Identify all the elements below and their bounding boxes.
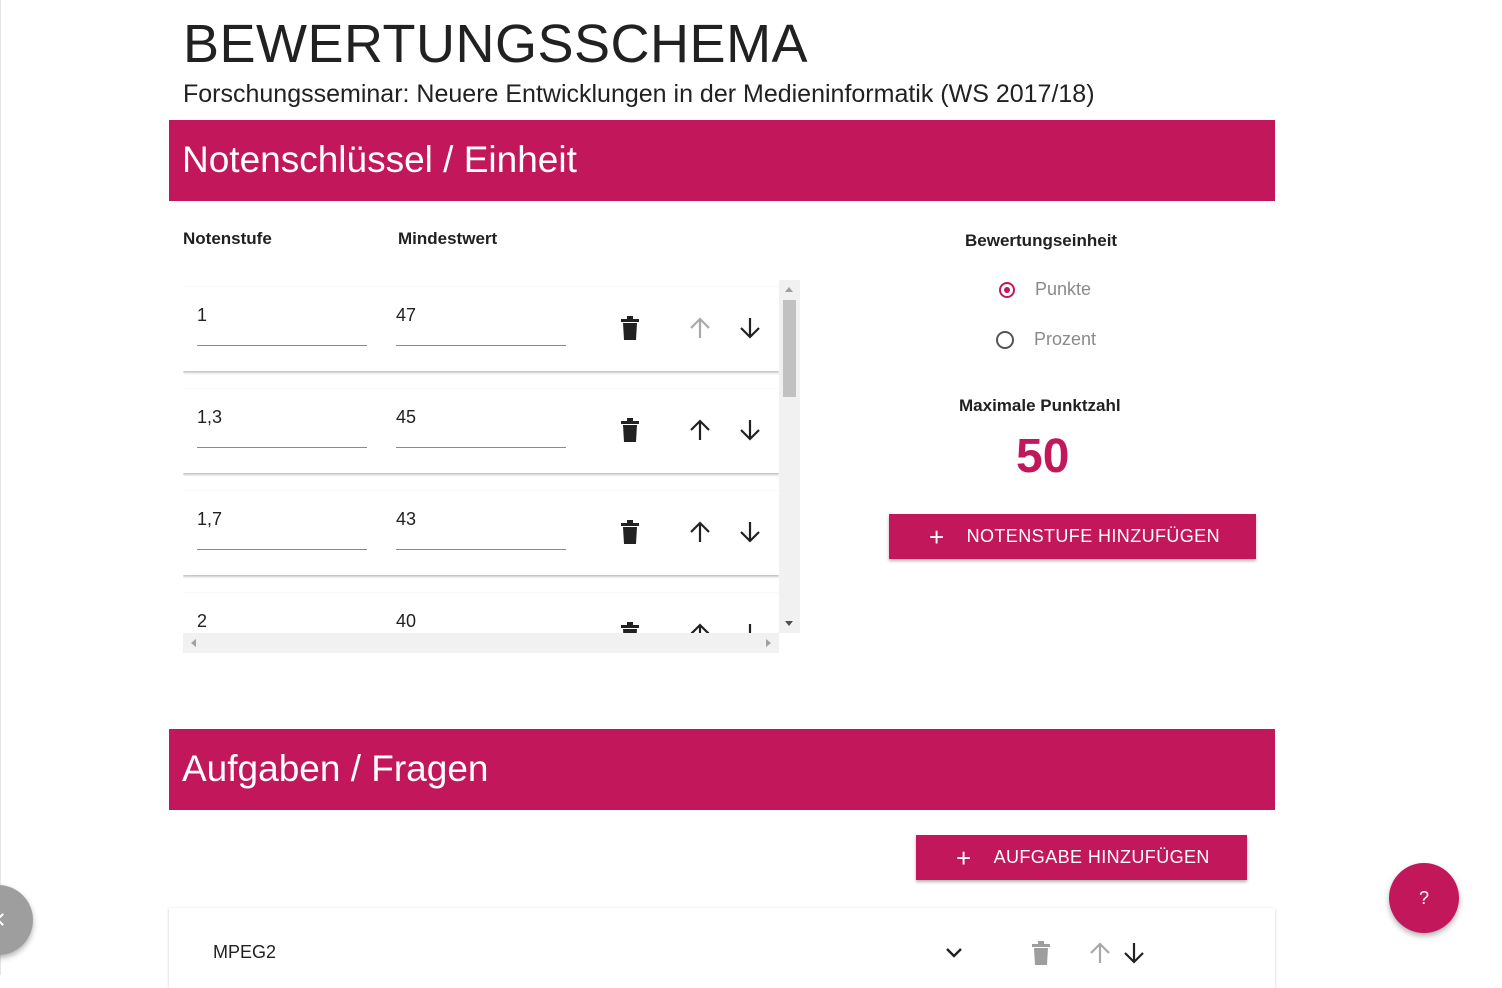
delete-task-button[interactable] bbox=[1026, 938, 1056, 968]
grade-row: 2 40 bbox=[183, 593, 779, 633]
grade-input-value: 2 bbox=[197, 611, 208, 631]
arrow-up-icon bbox=[1090, 942, 1110, 963]
move-down-button[interactable] bbox=[735, 517, 765, 547]
min-value-input-value: 47 bbox=[396, 305, 417, 325]
tasks-section-title: Aufgaben / Fragen bbox=[182, 748, 489, 789]
grade-input[interactable]: 1,7 bbox=[197, 491, 367, 550]
arrow-up-icon bbox=[690, 317, 710, 338]
arrow-down-icon bbox=[748, 624, 752, 633]
scroll-right-arrow-icon[interactable] bbox=[766, 639, 771, 647]
task-name: MPEG2 bbox=[213, 942, 277, 962]
column-header-min: Mindestwert bbox=[398, 229, 498, 248]
add-task-button[interactable]: + AUFGABE HINZUFÜGEN bbox=[916, 835, 1247, 880]
grade-input[interactable]: 2 bbox=[197, 593, 367, 633]
arrow-down-icon bbox=[740, 318, 760, 339]
chevron-down-icon bbox=[946, 948, 962, 958]
tasks-section-header: Aufgaben / Fragen bbox=[169, 729, 1275, 810]
unit-label: Bewertungseinheit bbox=[965, 231, 1118, 250]
grade-input-value: 1,3 bbox=[197, 407, 223, 427]
scroll-left-arrow-icon[interactable] bbox=[191, 639, 196, 647]
help-button[interactable]: ? bbox=[1389, 863, 1459, 933]
delete-grade-button[interactable] bbox=[615, 415, 645, 445]
grade-list-scroll-area[interactable]: 1 47 1,3 45 1,7 43 2 40 bbox=[183, 280, 800, 653]
move-up-button[interactable] bbox=[685, 517, 715, 547]
grading-section-header: Notenschlüssel / Einheit bbox=[169, 120, 1275, 201]
radio-selected-icon bbox=[999, 281, 1015, 298]
vertical-scrollbar-thumb[interactable] bbox=[783, 300, 796, 397]
arrow-up-icon bbox=[690, 521, 710, 542]
grade-row: 1 47 bbox=[183, 287, 779, 371]
add-task-button-label: AUFGABE HINZUFÜGEN bbox=[993, 847, 1210, 867]
arrow-down-icon bbox=[1124, 943, 1144, 964]
plus-icon: + bbox=[956, 842, 972, 873]
trash-icon bbox=[621, 622, 639, 633]
max-points-value: 50 bbox=[1016, 430, 1070, 483]
page-subtitle: Forschungsseminar: Neuere Entwicklungen … bbox=[183, 80, 1095, 108]
vertical-scrollbar[interactable] bbox=[779, 280, 800, 633]
arrow-up-icon bbox=[690, 419, 710, 440]
column-header-grade: Notenstufe bbox=[183, 229, 272, 248]
scroll-down-arrow-icon[interactable] bbox=[785, 621, 793, 626]
min-value-input[interactable]: 45 bbox=[396, 389, 566, 448]
move-task-up-button[interactable] bbox=[1085, 938, 1115, 968]
task-card[interactable]: MPEG2 bbox=[169, 908, 1275, 988]
radio-percent-label: Prozent bbox=[1034, 329, 1097, 349]
grade-input-value: 1 bbox=[197, 305, 208, 325]
move-down-button[interactable] bbox=[735, 619, 765, 633]
grade-row: 1,7 43 bbox=[183, 491, 779, 575]
plus-icon: + bbox=[929, 521, 945, 552]
grading-section-title: Notenschlüssel / Einheit bbox=[182, 139, 577, 180]
scroll-up-arrow-icon[interactable] bbox=[785, 287, 793, 292]
move-up-button[interactable] bbox=[685, 313, 715, 343]
trash-icon bbox=[1032, 941, 1050, 965]
scrollbar-corner bbox=[779, 633, 800, 653]
expand-task-button[interactable] bbox=[939, 938, 969, 968]
min-value-input-value: 40 bbox=[396, 611, 417, 631]
add-grade-button-label: NOTENSTUFE HINZUFÜGEN bbox=[966, 526, 1220, 546]
window-edge bbox=[0, 0, 1, 975]
move-down-button[interactable] bbox=[735, 415, 765, 445]
move-down-button[interactable] bbox=[735, 313, 765, 343]
max-points-label: Maximale Punktzahl bbox=[959, 396, 1121, 415]
move-up-button[interactable] bbox=[685, 415, 715, 445]
min-value-input[interactable]: 47 bbox=[396, 287, 566, 346]
min-value-input-value: 43 bbox=[396, 509, 417, 529]
page-title: BEWERTUNGSSCHEMA bbox=[183, 14, 809, 74]
delete-grade-button[interactable] bbox=[615, 619, 645, 633]
radio-points-label: Punkte bbox=[1035, 279, 1092, 299]
radio-percent[interactable]: Prozent bbox=[996, 329, 1096, 350]
move-up-button[interactable] bbox=[685, 619, 715, 633]
arrow-up-icon bbox=[690, 623, 710, 633]
chevron-left-icon bbox=[0, 913, 9, 926]
grade-input[interactable]: 1,3 bbox=[197, 389, 367, 448]
min-value-input-value: 45 bbox=[396, 407, 417, 427]
radio-unselected-icon bbox=[996, 330, 1014, 349]
min-value-input[interactable]: 40 bbox=[396, 593, 566, 633]
grade-input-value: 1,7 bbox=[197, 509, 223, 529]
delete-grade-button[interactable] bbox=[615, 517, 645, 547]
move-task-down-button[interactable] bbox=[1119, 938, 1149, 968]
grade-list: 1 47 1,3 45 1,7 43 2 40 bbox=[183, 280, 779, 633]
add-grade-button[interactable]: + NOTENSTUFE HINZUFÜGEN bbox=[889, 514, 1256, 559]
trash-icon bbox=[621, 316, 639, 340]
horizontal-scrollbar[interactable] bbox=[183, 633, 779, 653]
radio-points[interactable]: Punkte bbox=[999, 279, 1091, 300]
grade-row: 1,3 45 bbox=[183, 389, 779, 473]
trash-icon bbox=[621, 418, 639, 442]
trash-icon bbox=[621, 520, 639, 544]
side-nav-button[interactable] bbox=[0, 885, 33, 955]
min-value-input[interactable]: 43 bbox=[396, 491, 566, 550]
arrow-down-icon bbox=[740, 420, 760, 441]
arrow-down-icon bbox=[740, 522, 760, 543]
delete-grade-button[interactable] bbox=[615, 313, 645, 343]
grade-input[interactable]: 1 bbox=[197, 287, 367, 346]
